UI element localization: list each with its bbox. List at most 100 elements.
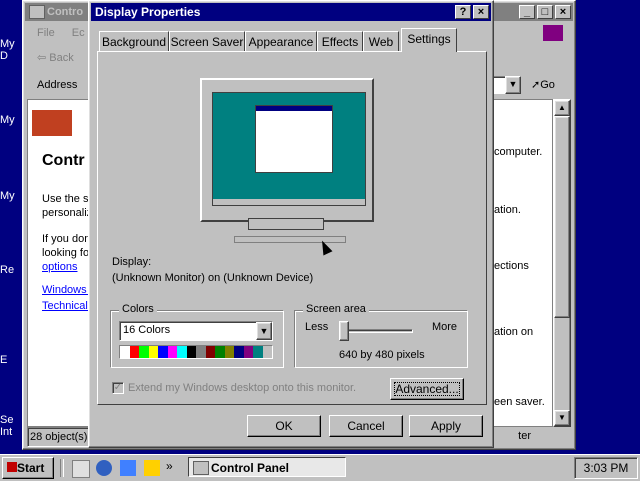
scroll-thumb[interactable]	[554, 116, 570, 318]
windows-logo-icon	[7, 462, 17, 472]
menu-file[interactable]: File	[37, 27, 55, 39]
folder-icon	[193, 461, 209, 475]
internet-explorer-icon[interactable]	[96, 460, 112, 476]
close-button[interactable]: ×	[473, 5, 489, 19]
address-label: Address	[37, 79, 78, 91]
cancel-button[interactable]: Cancel	[329, 415, 403, 437]
monitor-icon	[200, 78, 374, 222]
monitor-base-icon	[234, 236, 346, 243]
tab-appearance[interactable]: Appearance	[245, 31, 317, 51]
windows-logo-icon	[543, 25, 563, 41]
color-swatch	[120, 346, 130, 358]
display-label: Display:	[112, 256, 152, 268]
tab-web[interactable]: Web	[363, 31, 399, 51]
color-swatch	[224, 346, 234, 358]
chevron-down-icon[interactable]: ▼	[256, 322, 272, 340]
task-button-control-panel[interactable]: Control Panel	[188, 457, 346, 477]
desktop-icon-label[interactable]: My	[0, 190, 22, 202]
vertical-scrollbar[interactable]: ▲ ▼	[553, 99, 571, 427]
preview-window-icon	[255, 105, 333, 173]
scroll-down-icon[interactable]: ▼	[554, 410, 570, 426]
color-swatch	[215, 346, 225, 358]
object-count: 28 object(s)	[27, 427, 91, 447]
menu-edit[interactable]: Ec	[72, 27, 85, 39]
show-desktop-icon[interactable]	[72, 460, 90, 478]
dialog-titlebar[interactable]: Display Properties ? ×	[91, 3, 491, 21]
minimize-button[interactable]: _	[519, 5, 535, 19]
close-button[interactable]: ×	[555, 5, 571, 19]
description-text: ation on	[494, 326, 534, 338]
color-swatch	[148, 346, 158, 358]
screen-area-group: Screen area Less More 640 by 480 pixels	[294, 303, 468, 368]
tab-background[interactable]: Background	[99, 31, 169, 51]
tab-settings[interactable]: Settings	[401, 28, 457, 52]
color-swatch	[167, 346, 177, 358]
desktop-icon-label[interactable]: Se Int	[0, 414, 22, 438]
go-button[interactable]: ➚Go	[531, 73, 555, 97]
color-swatch	[262, 346, 272, 358]
desktop-icon-label[interactable]: My	[0, 114, 22, 126]
page-heading: Contr	[42, 152, 85, 169]
less-label: Less	[305, 321, 329, 333]
media-player-icon[interactable]	[144, 460, 160, 476]
scroll-up-icon[interactable]: ▲	[554, 100, 570, 116]
color-swatch	[129, 346, 139, 358]
color-swatch	[186, 346, 196, 358]
ok-button[interactable]: OK	[247, 415, 321, 437]
channels-icon[interactable]	[120, 460, 136, 476]
extend-desktop-checkbox[interactable]: ✓	[112, 382, 124, 394]
display-value: (Unknown Monitor) on (Unknown Device)	[112, 272, 314, 284]
color-swatch	[177, 346, 187, 358]
desktop-icon-label[interactable]: Re	[0, 264, 22, 276]
resolution-slider-track[interactable]	[339, 329, 413, 333]
status-zone: ter	[518, 430, 531, 442]
chevron-down-icon[interactable]: ▼	[505, 76, 521, 94]
color-swatch	[234, 346, 244, 358]
go-arrow-icon: ➚	[531, 79, 541, 91]
body-text-2: If you don looking for options	[42, 233, 93, 273]
resolution-text: 640 by 480 pixels	[339, 349, 425, 361]
maximize-button[interactable]: □	[537, 5, 553, 19]
body-text: Use the se personaliz	[42, 193, 95, 219]
separator	[60, 459, 64, 477]
colors-group: Colors 16 Colors ▼	[110, 303, 284, 368]
extend-desktop-label: Extend my Windows desktop onto this moni…	[128, 382, 357, 394]
description-text: computer.	[494, 146, 543, 158]
advanced-button[interactable]: Advanced...	[390, 378, 464, 400]
back-button[interactable]: Back	[49, 52, 73, 64]
control-panel-banner-icon	[32, 110, 72, 136]
monitor-preview-screen	[212, 92, 366, 206]
folder-icon	[29, 5, 45, 19]
color-swatch	[196, 346, 206, 358]
color-swatch	[243, 346, 253, 358]
dialog-title: Display Properties	[95, 5, 201, 19]
apply-button[interactable]: Apply	[409, 415, 483, 437]
settings-panel: Display: (Unknown Monitor) on (Unknown D…	[97, 51, 487, 405]
options-link[interactable]: options	[42, 261, 77, 273]
tab-effects[interactable]: Effects	[317, 31, 363, 51]
color-swatch	[139, 346, 149, 358]
color-palette	[119, 345, 273, 359]
window-title: Contro	[47, 6, 84, 18]
help-button[interactable]: ?	[455, 5, 471, 19]
taskbar: Start » Control Panel 3:03 PM	[0, 454, 640, 481]
colors-select[interactable]: 16 Colors ▼	[119, 321, 273, 341]
more-quicklaunch-button[interactable]: »	[166, 459, 173, 473]
color-swatch	[253, 346, 263, 358]
desktop-icon-label[interactable]: My D	[0, 38, 22, 62]
tab-screen-saver[interactable]: Screen Saver	[169, 31, 245, 51]
display-properties-dialog[interactable]: Display Properties ? × Background Screen…	[88, 0, 494, 448]
clock: 3:03 PM	[574, 457, 638, 479]
more-label: More	[431, 321, 457, 333]
preview-taskbar	[213, 199, 365, 205]
color-swatch	[205, 346, 215, 358]
desktop-icon-label[interactable]: E	[0, 354, 22, 366]
description-text: een saver.	[494, 396, 545, 408]
monitor-stand-icon	[248, 218, 324, 230]
colors-label: Colors	[119, 303, 157, 315]
start-button[interactable]: Start	[2, 457, 54, 479]
resolution-slider-thumb[interactable]	[339, 321, 349, 341]
back-arrow-icon[interactable]: ⇦	[37, 52, 49, 64]
screen-area-label: Screen area	[303, 303, 369, 315]
color-swatch	[158, 346, 168, 358]
